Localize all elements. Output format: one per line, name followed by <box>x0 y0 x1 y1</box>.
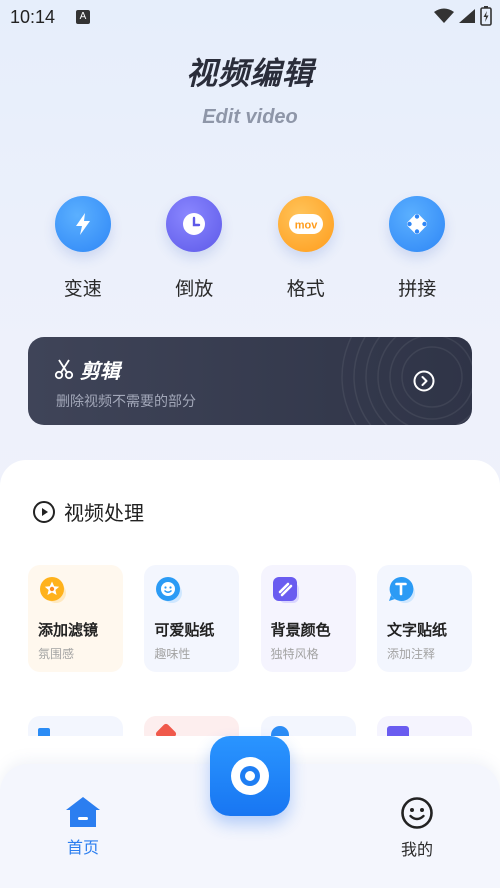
feature-card-background[interactable]: 背景颜色 独特风格 <box>260 565 356 672</box>
scissors-icon <box>54 359 74 380</box>
page-title: 视频编辑 <box>186 56 314 92</box>
play-circle-icon[interactable] <box>413 370 435 392</box>
feature-card-sticker[interactable]: 可爱贴纸 趣味性 <box>144 565 240 672</box>
text-icon <box>387 575 417 605</box>
feature-desc: 趣味性 <box>154 647 191 661</box>
signal-icon <box>459 9 475 23</box>
play-icon <box>33 500 55 523</box>
nav-home[interactable]: 首页 <box>58 796 108 858</box>
section-header: 视频处理 <box>32 497 144 526</box>
nav-mine-label: 我的 <box>400 840 433 859</box>
tool-join[interactable]: 拼接 <box>362 196 474 301</box>
feature-name: 文字贴纸 <box>386 621 447 639</box>
decorative-rings <box>341 337 472 425</box>
star-icon <box>38 575 68 605</box>
smiley-icon <box>401 797 433 829</box>
camera-button[interactable] <box>210 736 290 816</box>
tool-label: 拼接 <box>398 278 437 300</box>
cut-card[interactable]: 剪辑 删除视频不需要的部分 <box>28 337 472 425</box>
notification-icon: A <box>76 10 90 24</box>
svg-text:mov: mov <box>294 220 318 232</box>
lens-icon <box>231 757 269 795</box>
clock-icon <box>166 196 223 252</box>
nav-home-label: 首页 <box>66 838 99 857</box>
status-time: 10:14 <box>10 7 56 27</box>
feature-desc: 独特风格 <box>270 647 319 661</box>
tool-label: 倒放 <box>175 278 214 300</box>
feature-desc: 氛围感 <box>38 647 75 661</box>
tool-format[interactable]: mov 格式 <box>250 196 362 301</box>
section-title: 视频处理 <box>64 501 144 525</box>
tool-label: 变速 <box>63 278 102 300</box>
feature-desc: 添加注释 <box>386 647 435 661</box>
feature-card-filter[interactable]: 添加滤镜 氛围感 <box>28 565 123 672</box>
feature-cards: 添加滤镜 氛围感 可爱贴纸 趣味性 背景颜色 独特风格 文字贴纸 添加注释 <box>28 565 472 672</box>
cut-desc: 删除视频不需要的部分 <box>56 394 196 410</box>
tool-reverse[interactable]: 倒放 <box>139 196 251 301</box>
nav-mine[interactable]: 我的 <box>392 796 442 860</box>
mov-icon: mov <box>277 196 334 252</box>
feature-name: 添加滤镜 <box>38 621 99 639</box>
tool-row: 变速 倒放 mov 格式 拼接 <box>27 196 473 301</box>
feature-card-peek[interactable] <box>144 716 240 736</box>
feature-card-peek[interactable] <box>260 716 356 736</box>
cut-title: 剪辑 <box>80 359 120 383</box>
feature-card-peek[interactable] <box>28 716 123 736</box>
battery-icon <box>480 6 492 26</box>
tool-label: 格式 <box>286 278 325 300</box>
feature-cards-row-2 <box>28 716 472 736</box>
smile-icon <box>154 575 184 605</box>
lightning-icon <box>54 196 111 252</box>
home-icon <box>66 797 100 827</box>
feature-name: 可爱贴纸 <box>154 621 215 639</box>
connect-icon <box>389 196 446 252</box>
feature-card-text[interactable]: 文字贴纸 添加注释 <box>376 565 472 672</box>
wifi-icon <box>434 8 454 23</box>
status-bar: 10:14 A <box>0 0 500 34</box>
page-subtitle: Edit video <box>202 106 298 128</box>
status-icons <box>434 6 492 26</box>
feature-name: 背景颜色 <box>270 621 331 639</box>
palette-icon <box>271 575 301 605</box>
tool-speed[interactable]: 变速 <box>27 196 139 301</box>
feature-card-peek[interactable] <box>376 716 472 736</box>
